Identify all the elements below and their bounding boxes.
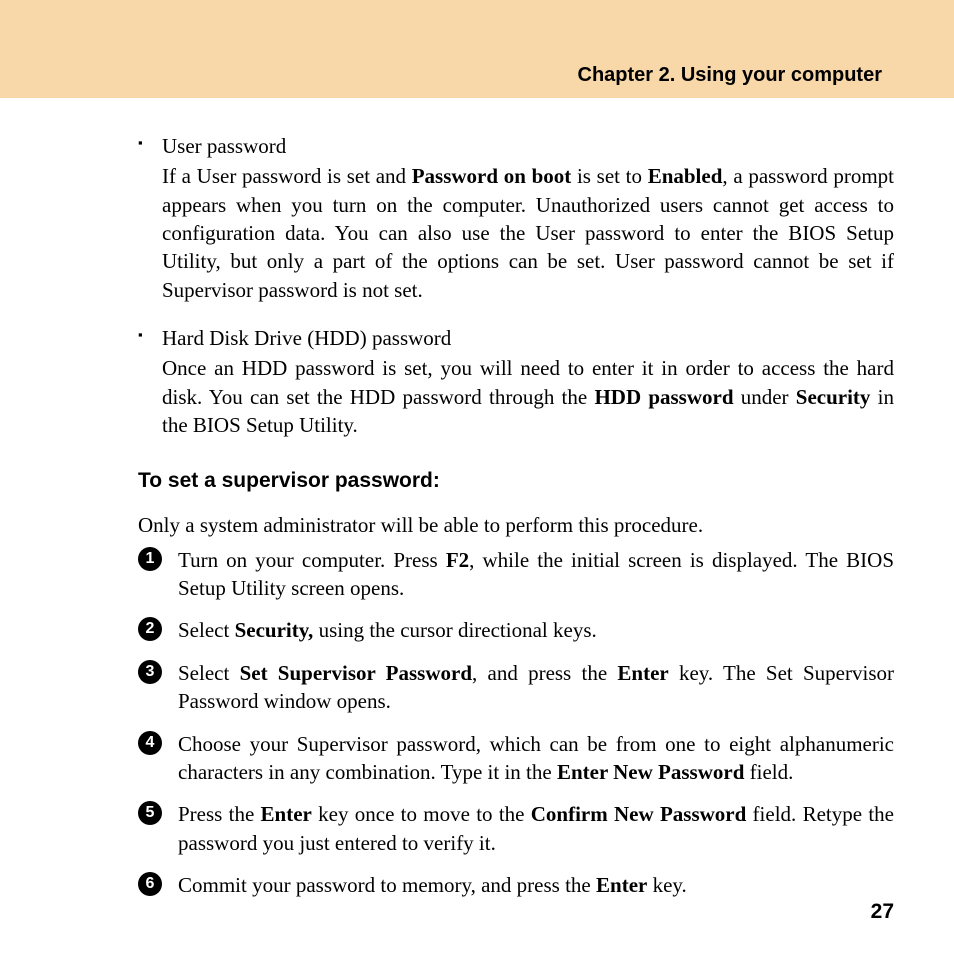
step-item: Select Set Supervisor Password, and pres… (178, 659, 894, 716)
step-item: Press the Enter key once to move to the … (178, 800, 894, 857)
bullet-term: User password (162, 132, 894, 160)
bullet-desc: If a User password is set and Password o… (162, 162, 894, 304)
page-number: 27 (871, 900, 894, 924)
step-item: Choose your Supervisor password, which c… (178, 730, 894, 787)
bullet-item: User password If a User password is set … (162, 132, 894, 304)
bullet-list: User password If a User password is set … (60, 132, 894, 439)
section-intro: Only a system administrator will be able… (138, 511, 894, 539)
bullet-desc: Once an HDD password is set, you will ne… (162, 354, 894, 439)
header-band: Chapter 2. Using your computer (0, 0, 954, 98)
step-item: Commit your password to memory, and pres… (178, 871, 894, 899)
step-item: Select Security, using the cursor direct… (178, 616, 894, 644)
section-heading: To set a supervisor password: (138, 469, 894, 493)
steps-list: Turn on your computer. Press F2, while t… (60, 546, 894, 899)
bullet-term: Hard Disk Drive (HDD) password (162, 324, 894, 352)
chapter-title: Chapter 2. Using your computer (578, 64, 883, 86)
step-item: Turn on your computer. Press F2, while t… (178, 546, 894, 603)
page-body: User password If a User password is set … (0, 98, 954, 933)
bullet-item: Hard Disk Drive (HDD) password Once an H… (162, 324, 894, 439)
